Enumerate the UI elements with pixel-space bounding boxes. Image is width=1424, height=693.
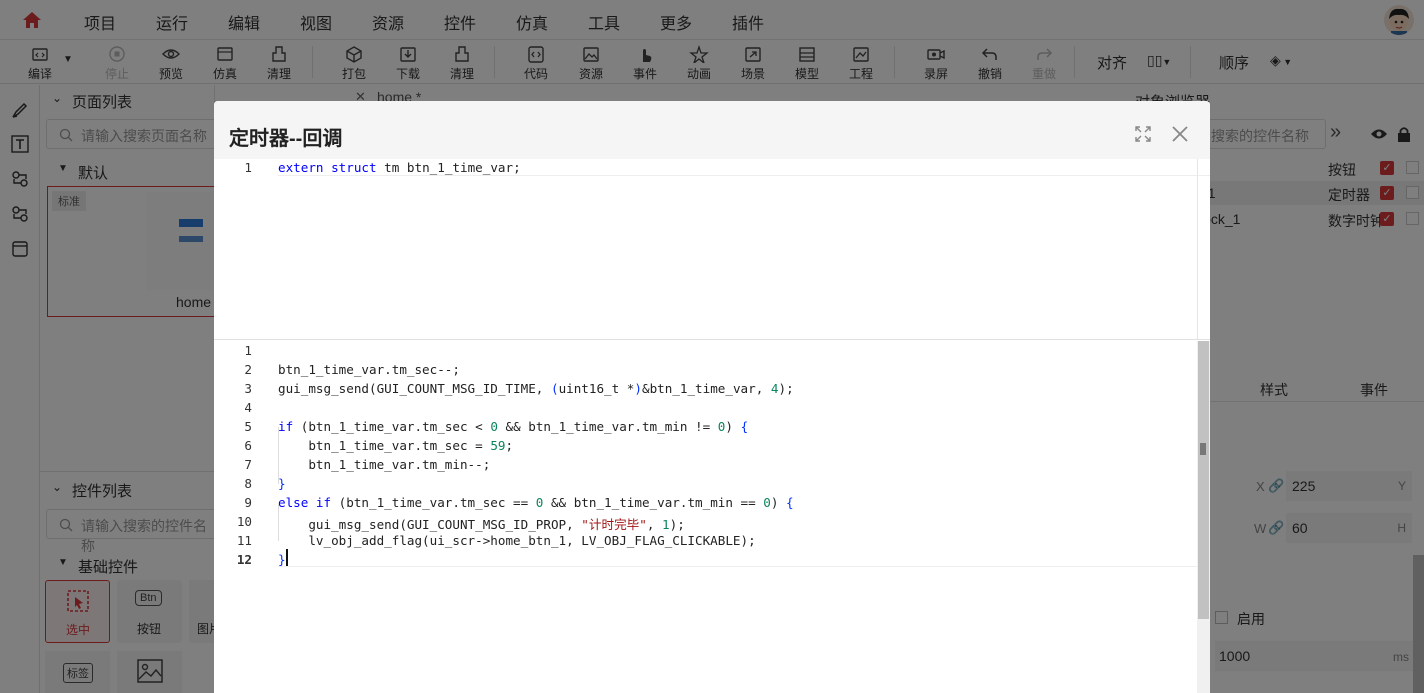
line-number: 5 — [244, 419, 252, 434]
code-token: ( — [550, 381, 559, 396]
code-line: else if (btn_1_time_var.tm_sec == 0 && b… — [278, 495, 794, 510]
callback-editor[interactable]: 1 2 btn_1_time_var.tm_sec--; 3 gui_msg_send(… — [214, 341, 1210, 693]
code-token: btn_1_time_var.tm_sec--; — [278, 362, 460, 377]
code-token: ); — [669, 517, 685, 532]
line-number: 1 — [244, 343, 252, 358]
app-window: 项目运行编辑视图资源控件仿真工具更多插件 编译停止预览仿真清理打包下载清理代码资… — [0, 0, 1424, 693]
code-token: btn_1_time_var.tm_sec = — [278, 438, 491, 453]
code-token: } — [278, 476, 286, 491]
line-number: 12 — [236, 552, 252, 567]
code-token: { — [786, 495, 794, 510]
code-token: ); — [778, 381, 794, 396]
line-number: 1 — [244, 160, 252, 175]
code-token: } — [278, 552, 286, 567]
code-line: btn_1_time_var.tm_sec--; — [278, 362, 460, 377]
line-number: 3 — [244, 381, 252, 396]
code-token: ; — [505, 438, 514, 453]
close-icon[interactable] — [1171, 125, 1189, 143]
code-token: 0 — [763, 495, 771, 510]
declaration-editor[interactable]: 1 extern struct tm btn_1_time_var; — [214, 159, 1210, 340]
code-token: btn_1_time_var.tm_min--; — [278, 457, 491, 472]
code-token: &btn_1_time_var, — [641, 381, 771, 396]
line-number: 9 — [244, 495, 252, 510]
code-token: gui_msg_send(GUI_COUNT_MSG_ID_PROP, — [278, 517, 582, 532]
line-number: 8 — [244, 476, 252, 491]
code-token: ) — [770, 495, 787, 510]
code-token: 59 — [490, 438, 506, 453]
code-token: if — [278, 419, 294, 434]
code-line: lv_obj_add_flag(ui_scr->home_btn_1, LV_O… — [278, 533, 756, 548]
code-token: && btn_1_time_var.tm_min != — [497, 419, 718, 434]
code-token: lv_obj_add_flag(ui_scr->home_btn_1, LV_O… — [278, 533, 756, 548]
code-line: } — [278, 476, 286, 491]
line-number: 7 — [244, 457, 252, 472]
editor-scroll-thumb[interactable] — [1198, 341, 1209, 619]
code-token: ) — [634, 381, 642, 396]
code-token: (btn_1_time_var.tm_sec == — [331, 495, 536, 510]
line-number: 10 — [236, 514, 252, 529]
code-token: else if — [278, 495, 332, 510]
line-number: 2 — [244, 362, 252, 377]
code-line: extern struct tm btn_1_time_var; — [278, 160, 521, 175]
code-token: && btn_1_time_var.tm_min == — [543, 495, 764, 510]
line-number: 11 — [236, 533, 252, 548]
line-number: 6 — [244, 438, 252, 453]
code-token: 1 — [662, 517, 670, 532]
code-token: "计时完毕" — [581, 517, 647, 532]
code-token: (btn_1_time_var.tm_sec < — [293, 419, 491, 434]
code-line: gui_msg_send(GUI_COUNT_MSG_ID_TIME, (uin… — [278, 381, 794, 396]
line-number: 4 — [244, 400, 252, 415]
code-line: gui_msg_send(GUI_COUNT_MSG_ID_PROP, "计时完… — [278, 514, 685, 533]
code-token: struct — [331, 160, 377, 175]
dialog-title: 定时器--回调 — [229, 128, 343, 150]
editor-scroll-marker — [1200, 443, 1206, 455]
code-line: btn_1_time_var.tm_min--; — [278, 457, 490, 472]
code-token: uint16_t * — [558, 381, 635, 396]
code-token: 0 — [490, 419, 498, 434]
code-token: ) — [725, 419, 741, 434]
code-token: , — [646, 517, 663, 532]
code-token: gui_msg_send(GUI_COUNT_MSG_ID_TIME, — [278, 381, 551, 396]
code-line: btn_1_time_var.tm_sec = 59; — [278, 438, 513, 453]
timer-callback-dialog: 定时器--回调 1 extern struct tm btn_1_time_var… — [214, 101, 1210, 693]
fullscreen-icon[interactable] — [1135, 126, 1151, 142]
code-line: } — [278, 552, 286, 567]
code-token: tm btn_1_time_var; — [376, 160, 521, 175]
dialog-header: 定时器--回调 — [214, 101, 1210, 159]
code-line: if (btn_1_time_var.tm_sec < 0 && btn_1_t… — [278, 419, 748, 434]
code-token: { — [740, 419, 749, 434]
text-cursor — [286, 549, 288, 566]
code-token: extern — [278, 160, 324, 175]
